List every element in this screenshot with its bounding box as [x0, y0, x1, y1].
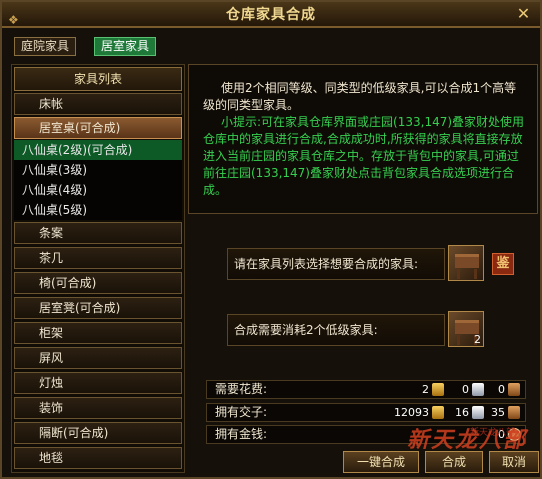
gold-ingot-icon [432, 406, 444, 419]
list-item-tiaoan[interactable]: 条案 [14, 222, 182, 244]
list-item-partition[interactable]: 隔断(可合成) [14, 422, 182, 444]
consume-row: 合成需要消耗2个低级家具: [227, 314, 445, 346]
cost-need-row: 需要花费: 2 0 0 [206, 380, 526, 399]
list-item-room-table[interactable]: 居室桌(可合成) [14, 117, 182, 139]
cost-have-silver: 16 [455, 406, 469, 419]
list-item-screen[interactable]: 屏风 [14, 347, 182, 369]
material-count: 2 [474, 333, 481, 346]
furniture-compose-window: ❖ 仓库家具合成 ✕ 庭院家具 居室家具 家具列表 床帐 居室桌(可合成) 八仙… [0, 0, 542, 479]
list-subitem-baxian-5[interactable]: 八仙桌(5级) [14, 200, 182, 220]
cancel-button[interactable]: 取消 [489, 451, 539, 473]
inspect-button[interactable]: 鉴 [492, 253, 514, 275]
bronze-ingot-icon [508, 406, 520, 419]
cost-have-label: 拥有交子: [215, 405, 268, 419]
list-item-carpet[interactable]: 地毯 [14, 447, 182, 469]
list-subitem-baxian-2[interactable]: 八仙桌(2级)(可合成) [14, 140, 182, 160]
target-furniture-slot[interactable] [448, 245, 484, 281]
list-item-chair[interactable]: 椅(可合成) [14, 272, 182, 294]
list-item-bed[interactable]: 床帐 [14, 93, 182, 115]
select-furniture-label: 请在家具列表选择想要合成的家具: [234, 257, 419, 271]
cost-need-gold: 2 [422, 383, 429, 396]
select-furniture-row: 请在家具列表选择想要合成的家具: [227, 248, 445, 280]
cost-need-bronze: 0 [498, 383, 505, 396]
table-icon [455, 320, 479, 345]
close-button[interactable]: ✕ [514, 4, 534, 24]
description-panel: 使用2个相同等级、同类型的低级家具,可以合成1个高等级的同类型家具。 小提示:可… [188, 64, 538, 214]
list-subitem-baxian-4[interactable]: 八仙桌(4级) [14, 180, 182, 200]
window-title: 仓库家具合成 [226, 7, 316, 23]
furniture-list-header: 家具列表 [14, 67, 182, 91]
furniture-list-panel: 家具列表 床帐 居室桌(可合成) 八仙桌(2级)(可合成) 八仙桌(3级) 八仙… [11, 64, 185, 473]
cost-need-label: 需要花费: [215, 382, 268, 396]
compose-button[interactable]: 合成 [425, 451, 483, 473]
cost-have-row: 拥有交子: 12093 16 35 [206, 403, 526, 422]
list-item-stool[interactable]: 居室凳(可合成) [14, 297, 182, 319]
list-item-tea-table[interactable]: 茶几 [14, 247, 182, 269]
bronze-ingot-icon [508, 383, 520, 396]
title-bar[interactable]: ❖ 仓库家具合成 ✕ [2, 2, 540, 28]
list-item-decoration[interactable]: 装饰 [14, 397, 182, 419]
title-ornament-left-icon: ❖ [8, 13, 20, 27]
cost-money-label: 拥有金钱: [215, 427, 268, 441]
list-subitem-baxian-3[interactable]: 八仙桌(3级) [14, 160, 182, 180]
list-item-cabinet[interactable]: 柜架 [14, 322, 182, 344]
gold-ingot-icon [432, 383, 444, 396]
consume-label: 合成需要消耗2个低级家具: [234, 323, 378, 337]
description-tip: 小提示:可在家具仓库界面或庄园(133,147)叠家财处使用仓库中的家具进行合成… [203, 115, 525, 197]
table-icon [455, 254, 479, 279]
list-item-lamp[interactable]: 灯烛 [14, 372, 182, 394]
cost-have-bronze: 35 [491, 406, 505, 419]
material-furniture-slot[interactable]: 2 [448, 311, 484, 347]
cost-have-gold: 12093 [394, 406, 429, 419]
cost-need-silver: 0 [462, 383, 469, 396]
one-click-compose-button[interactable]: 一键合成 [343, 451, 419, 473]
description-intro: 使用2个相同等级、同类型的低级家具,可以合成1个高等级的同类型家具。 [203, 81, 517, 112]
silver-ingot-icon [472, 406, 484, 419]
tab-room-furniture[interactable]: 居室家具 [94, 37, 157, 56]
tab-courtyard-furniture[interactable]: 庭院家具 [14, 37, 77, 56]
silver-ingot-icon [472, 383, 484, 396]
